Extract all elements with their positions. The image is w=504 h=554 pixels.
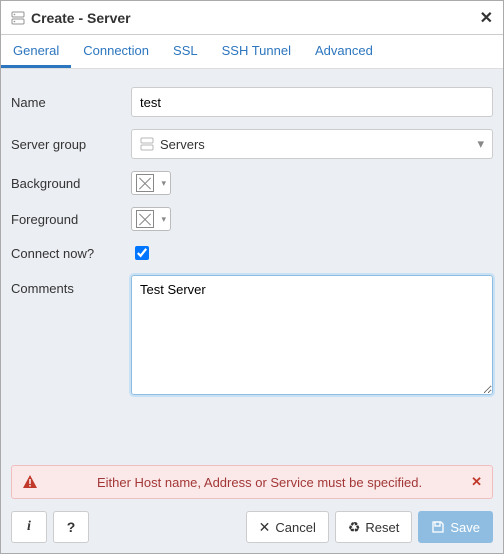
- info-button[interactable]: i: [11, 511, 47, 543]
- row-background: Background ▾: [11, 171, 493, 195]
- tab-ssh-tunnel[interactable]: SSH Tunnel: [210, 35, 303, 68]
- server-group-icon: [140, 137, 154, 151]
- tab-label: Advanced: [315, 43, 373, 58]
- tab-label: General: [13, 43, 59, 58]
- tab-connection[interactable]: Connection: [71, 35, 161, 68]
- no-color-icon: [136, 210, 154, 228]
- info-icon: i: [27, 520, 31, 534]
- no-color-icon: [136, 174, 154, 192]
- help-button[interactable]: ?: [53, 511, 89, 543]
- label-connect-now: Connect now?: [11, 246, 131, 261]
- label-foreground: Foreground: [11, 212, 131, 227]
- close-icon[interactable]: ✕: [480, 8, 493, 28]
- server-group-value: Servers: [160, 137, 205, 152]
- recycle-icon: ♻: [348, 520, 361, 534]
- button-label: Save: [450, 520, 480, 535]
- alert-message: Either Host name, Address or Service mus…: [48, 475, 471, 490]
- connect-now-checkbox[interactable]: [135, 246, 149, 260]
- form-general: Name Server group Servers ▾ Background: [1, 69, 503, 459]
- validation-alert: Either Host name, Address or Service mus…: [11, 465, 493, 499]
- save-icon: [431, 520, 445, 534]
- label-name: Name: [11, 95, 131, 110]
- background-color-picker[interactable]: ▾: [131, 171, 171, 195]
- dialog-title: Create - Server: [31, 10, 480, 26]
- button-label: Reset: [365, 520, 399, 535]
- tab-label: SSH Tunnel: [222, 43, 291, 58]
- chevron-down-icon: ▾: [477, 136, 484, 152]
- row-comments: Comments: [11, 275, 493, 398]
- label-comments: Comments: [11, 275, 131, 296]
- label-background: Background: [11, 176, 131, 191]
- dialog-footer: i ? ✕ Cancel ♻ Reset Save: [1, 505, 503, 553]
- reset-button[interactable]: ♻ Reset: [335, 511, 413, 543]
- comments-textarea[interactable]: [131, 275, 493, 395]
- button-label: Cancel: [275, 520, 315, 535]
- tab-bar: General Connection SSL SSH Tunnel Advanc…: [1, 35, 503, 69]
- foreground-color-picker[interactable]: ▾: [131, 207, 171, 231]
- row-foreground: Foreground ▾: [11, 207, 493, 231]
- help-icon: ?: [67, 520, 76, 534]
- save-button[interactable]: Save: [418, 511, 493, 543]
- server-group-select[interactable]: Servers ▾: [131, 129, 493, 159]
- row-connect-now: Connect now?: [11, 243, 493, 263]
- dialog-window: Create - Server ✕ General Connection SSL…: [0, 0, 504, 554]
- alert-dismiss-icon[interactable]: ✕: [471, 474, 482, 490]
- warning-icon: [22, 474, 38, 490]
- tab-label: SSL: [173, 43, 198, 58]
- row-name: Name: [11, 87, 493, 117]
- cancel-button[interactable]: ✕ Cancel: [246, 511, 329, 543]
- chevron-down-icon: ▾: [161, 214, 166, 225]
- tab-label: Connection: [83, 43, 149, 58]
- close-icon: ✕: [259, 520, 271, 534]
- chevron-down-icon: ▾: [161, 178, 166, 189]
- row-server-group: Server group Servers ▾: [11, 129, 493, 159]
- server-icon: [11, 11, 25, 25]
- name-input[interactable]: [131, 87, 493, 117]
- titlebar: Create - Server ✕: [1, 1, 503, 35]
- tab-advanced[interactable]: Advanced: [303, 35, 385, 68]
- tab-ssl[interactable]: SSL: [161, 35, 210, 68]
- label-server-group: Server group: [11, 137, 131, 152]
- tab-general[interactable]: General: [1, 35, 71, 68]
